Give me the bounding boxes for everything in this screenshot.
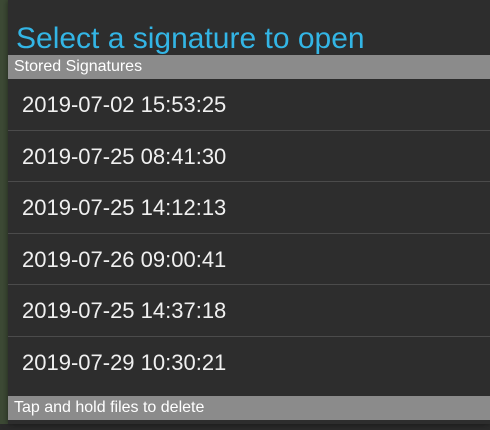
open-signature-dialog: Select a signature to open Stored Signat…: [8, 0, 490, 424]
dialog-title: Select a signature to open: [16, 22, 365, 55]
signature-list-item[interactable]: 2019-07-25 08:41:30: [8, 131, 490, 182]
section-header-label: Stored Signatures: [14, 58, 143, 75]
signature-timestamp: 2019-07-02 15:53:25: [22, 92, 227, 117]
signature-list-item[interactable]: 2019-07-02 15:53:25: [8, 79, 490, 131]
signature-list-item[interactable]: 2019-07-26 09:00:41: [8, 234, 490, 285]
app-bottom-bar: [0, 424, 490, 430]
signature-timestamp: 2019-07-25 08:41:30: [22, 143, 227, 169]
signature-list: 2019-07-02 15:53:25 2019-07-25 08:41:30 …: [8, 79, 490, 388]
signature-list-item[interactable]: 2019-07-29 10:30:21: [8, 337, 490, 389]
delete-hint-footer: Tap and hold files to delete: [8, 396, 490, 420]
footer-hint-label: Tap and hold files to delete: [14, 399, 205, 416]
signature-timestamp: 2019-07-29 10:30:21: [22, 349, 227, 375]
signature-list-item[interactable]: 2019-07-25 14:37:18: [8, 285, 490, 337]
stored-signatures-header: Stored Signatures: [8, 55, 490, 79]
signature-list-item[interactable]: 2019-07-25 14:12:13: [8, 182, 490, 234]
signature-timestamp: 2019-07-25 14:12:13: [22, 195, 227, 220]
signature-timestamp: 2019-07-25 14:37:18: [22, 298, 227, 323]
signature-timestamp: 2019-07-26 09:00:41: [22, 246, 227, 272]
